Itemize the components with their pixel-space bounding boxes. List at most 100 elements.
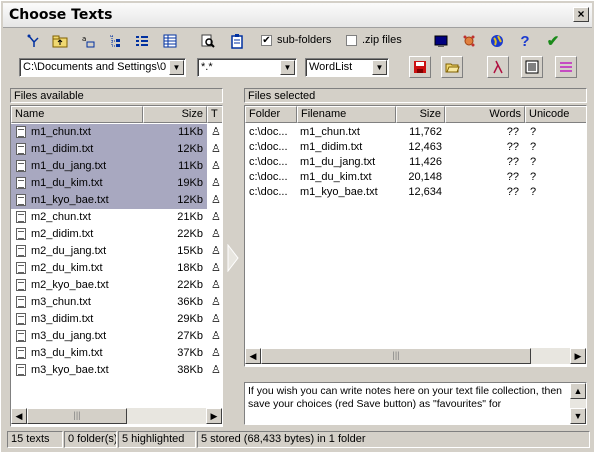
- col-size[interactable]: Size: [143, 106, 207, 123]
- folder-up-icon[interactable]: [49, 30, 71, 52]
- clipboard-icon[interactable]: [226, 30, 248, 52]
- files-selected-header: Files selected: [244, 88, 587, 103]
- chevron-down-icon[interactable]: ▼: [280, 60, 295, 75]
- list-item[interactable]: m2_du_kim.txt 18Kb ♙: [11, 260, 222, 277]
- text-view-button[interactable]: [521, 56, 543, 78]
- notes-text[interactable]: If you wish you can write notes here on …: [248, 385, 566, 411]
- chevron-down-icon[interactable]: ▼: [372, 60, 387, 75]
- text-file-icon: [16, 364, 26, 376]
- lambda-button[interactable]: [487, 56, 509, 78]
- files-selected-hscroll[interactable]: ◀ ||| ▶: [245, 348, 586, 364]
- find-icon[interactable]: [197, 30, 219, 52]
- col-folder[interactable]: Folder: [245, 106, 297, 123]
- file-size: 27Kb: [177, 330, 203, 342]
- list-item[interactable]: m1_du_kim.txt 19Kb ♙: [11, 175, 222, 192]
- choose-texts-window: Choose Texts × a ✔ sub-folders .zip file…: [0, 0, 595, 453]
- list-item[interactable]: m3_du_jang.txt 27Kb ♙: [11, 328, 222, 345]
- open-folder-button[interactable]: [441, 56, 463, 78]
- text-file-icon: [16, 126, 26, 138]
- col-type[interactable]: T: [207, 106, 222, 123]
- list-item[interactable]: m3_chun.txt 36Kb ♙: [11, 294, 222, 311]
- text-file-icon: [16, 228, 26, 240]
- file-size: 19Kb: [177, 177, 203, 189]
- list-view-icon[interactable]: [131, 30, 153, 52]
- hamburger-icon: [560, 62, 572, 72]
- sort-icon[interactable]: a: [77, 30, 99, 52]
- file-name: m2_didim.txt: [31, 228, 94, 240]
- list-item[interactable]: m3_du_kim.txt 37Kb ♙: [11, 345, 222, 362]
- zip-files-label: .zip files: [362, 34, 402, 46]
- details-view-icon[interactable]: [159, 30, 181, 52]
- ok-button[interactable]: ✔: [542, 30, 564, 52]
- file-name: m1_chun.txt: [31, 126, 91, 138]
- zip-files-checkbox[interactable]: [346, 35, 357, 46]
- tree-view-icon[interactable]: [104, 30, 126, 52]
- path-combo[interactable]: C:\Documents and Settings\0 ▼: [19, 58, 186, 77]
- files-available-rows: m1_chun.txt 11Kb ♙ m1_didim.txt 12Kb ♙ m1_du_j…: [11, 124, 222, 409]
- files-available-list[interactable]: Name Size T m1_chun.txt 11Kb ♙ m1_didim.txt…: [10, 105, 223, 427]
- monitor-icon[interactable]: [430, 30, 452, 52]
- close-button[interactable]: ×: [573, 7, 589, 22]
- settings-icon[interactable]: [458, 30, 480, 52]
- list-item[interactable]: m3_kyo_bae.txt 38Kb ♙: [11, 362, 222, 379]
- files-available-hscroll[interactable]: ◀ ||| ▶: [11, 408, 222, 424]
- scroll-down-icon[interactable]: ▼: [570, 408, 586, 424]
- title-bar: Choose Texts ×: [3, 3, 592, 28]
- subfolders-label: sub-folders: [277, 34, 332, 46]
- col-unicode[interactable]: Unicode: [525, 106, 586, 123]
- file-type-icon: ♙: [211, 364, 221, 376]
- file-size: 22Kb: [177, 279, 203, 291]
- list-item[interactable]: m2_chun.txt 21Kb ♙: [11, 209, 222, 226]
- col-size[interactable]: Size: [396, 106, 445, 123]
- subfolders-checkbox[interactable]: ✔: [261, 35, 272, 46]
- file-size: 37Kb: [177, 347, 203, 359]
- lambda-icon: [493, 60, 503, 74]
- scroll-thumb[interactable]: |||: [261, 348, 531, 364]
- file-size: 12Kb: [177, 143, 203, 155]
- menu-button[interactable]: [555, 56, 577, 78]
- text-file-icon: [16, 143, 26, 155]
- filter-combo[interactable]: *.* ▼: [197, 58, 297, 77]
- scroll-left-icon[interactable]: ◀: [11, 408, 27, 424]
- notes-vscroll[interactable]: ▲ ▼: [570, 383, 586, 424]
- save-button[interactable]: [409, 56, 431, 78]
- checkmark-ok-icon: ✔: [546, 33, 560, 50]
- col-words[interactable]: Words: [445, 106, 525, 123]
- list-item[interactable]: m2_kyo_bae.txt 22Kb ♙: [11, 277, 222, 294]
- file-name: m3_kyo_bae.txt: [31, 364, 109, 376]
- file-name: m3_didim.txt: [31, 313, 94, 325]
- col-name[interactable]: Name: [11, 106, 143, 123]
- splitter-arrow-icon[interactable]: [227, 243, 239, 275]
- notes-box[interactable]: If you wish you can write notes here on …: [244, 382, 587, 425]
- scroll-right-icon[interactable]: ▶: [570, 348, 586, 364]
- text-file-icon: [16, 194, 26, 206]
- list-item[interactable]: m1_du_jang.txt 11Kb ♙: [11, 158, 222, 175]
- mode-combo[interactable]: WordList ▼: [305, 58, 389, 77]
- scroll-left-icon[interactable]: ◀: [245, 348, 261, 364]
- scroll-thumb[interactable]: |||: [27, 408, 127, 424]
- table-row[interactable]: c:\doc... m1_kyo_bae.txt 12,634???: [245, 184, 586, 201]
- tree-select-icon[interactable]: [23, 30, 45, 52]
- file-size: 11Kb: [178, 126, 203, 138]
- list-item[interactable]: m3_didim.txt 29Kb ♙: [11, 311, 222, 328]
- help-button[interactable]: ?: [514, 30, 536, 52]
- chevron-down-icon[interactable]: ▼: [169, 60, 184, 75]
- files-selected-list[interactable]: Folder Filename Size Words Unicode c:\do…: [244, 105, 587, 367]
- open-folder-icon: [445, 63, 460, 73]
- file-size: 29Kb: [177, 313, 203, 325]
- cell-folder: c:\doc...: [249, 186, 288, 198]
- scroll-right-icon[interactable]: ▶: [206, 408, 222, 424]
- file-name: m1_du_kim.txt: [31, 177, 103, 189]
- list-item[interactable]: m1_didim.txt 12Kb ♙: [11, 141, 222, 158]
- filter-value: *.*: [201, 61, 213, 73]
- list-item[interactable]: m2_didim.txt 22Kb ♙: [11, 226, 222, 243]
- scroll-up-icon[interactable]: ▲: [570, 383, 586, 399]
- list-item[interactable]: m1_chun.txt 11Kb ♙: [11, 124, 222, 141]
- mode-value: WordList: [309, 61, 353, 73]
- globe-icon[interactable]: [486, 30, 508, 52]
- col-filename[interactable]: Filename: [297, 106, 396, 123]
- list-item[interactable]: m1_kyo_bae.txt 12Kb ♙: [11, 192, 222, 209]
- file-name: m2_kyo_bae.txt: [31, 279, 109, 291]
- file-size: 18Kb: [177, 262, 203, 274]
- list-item[interactable]: m2_du_jang.txt 15Kb ♙: [11, 243, 222, 260]
